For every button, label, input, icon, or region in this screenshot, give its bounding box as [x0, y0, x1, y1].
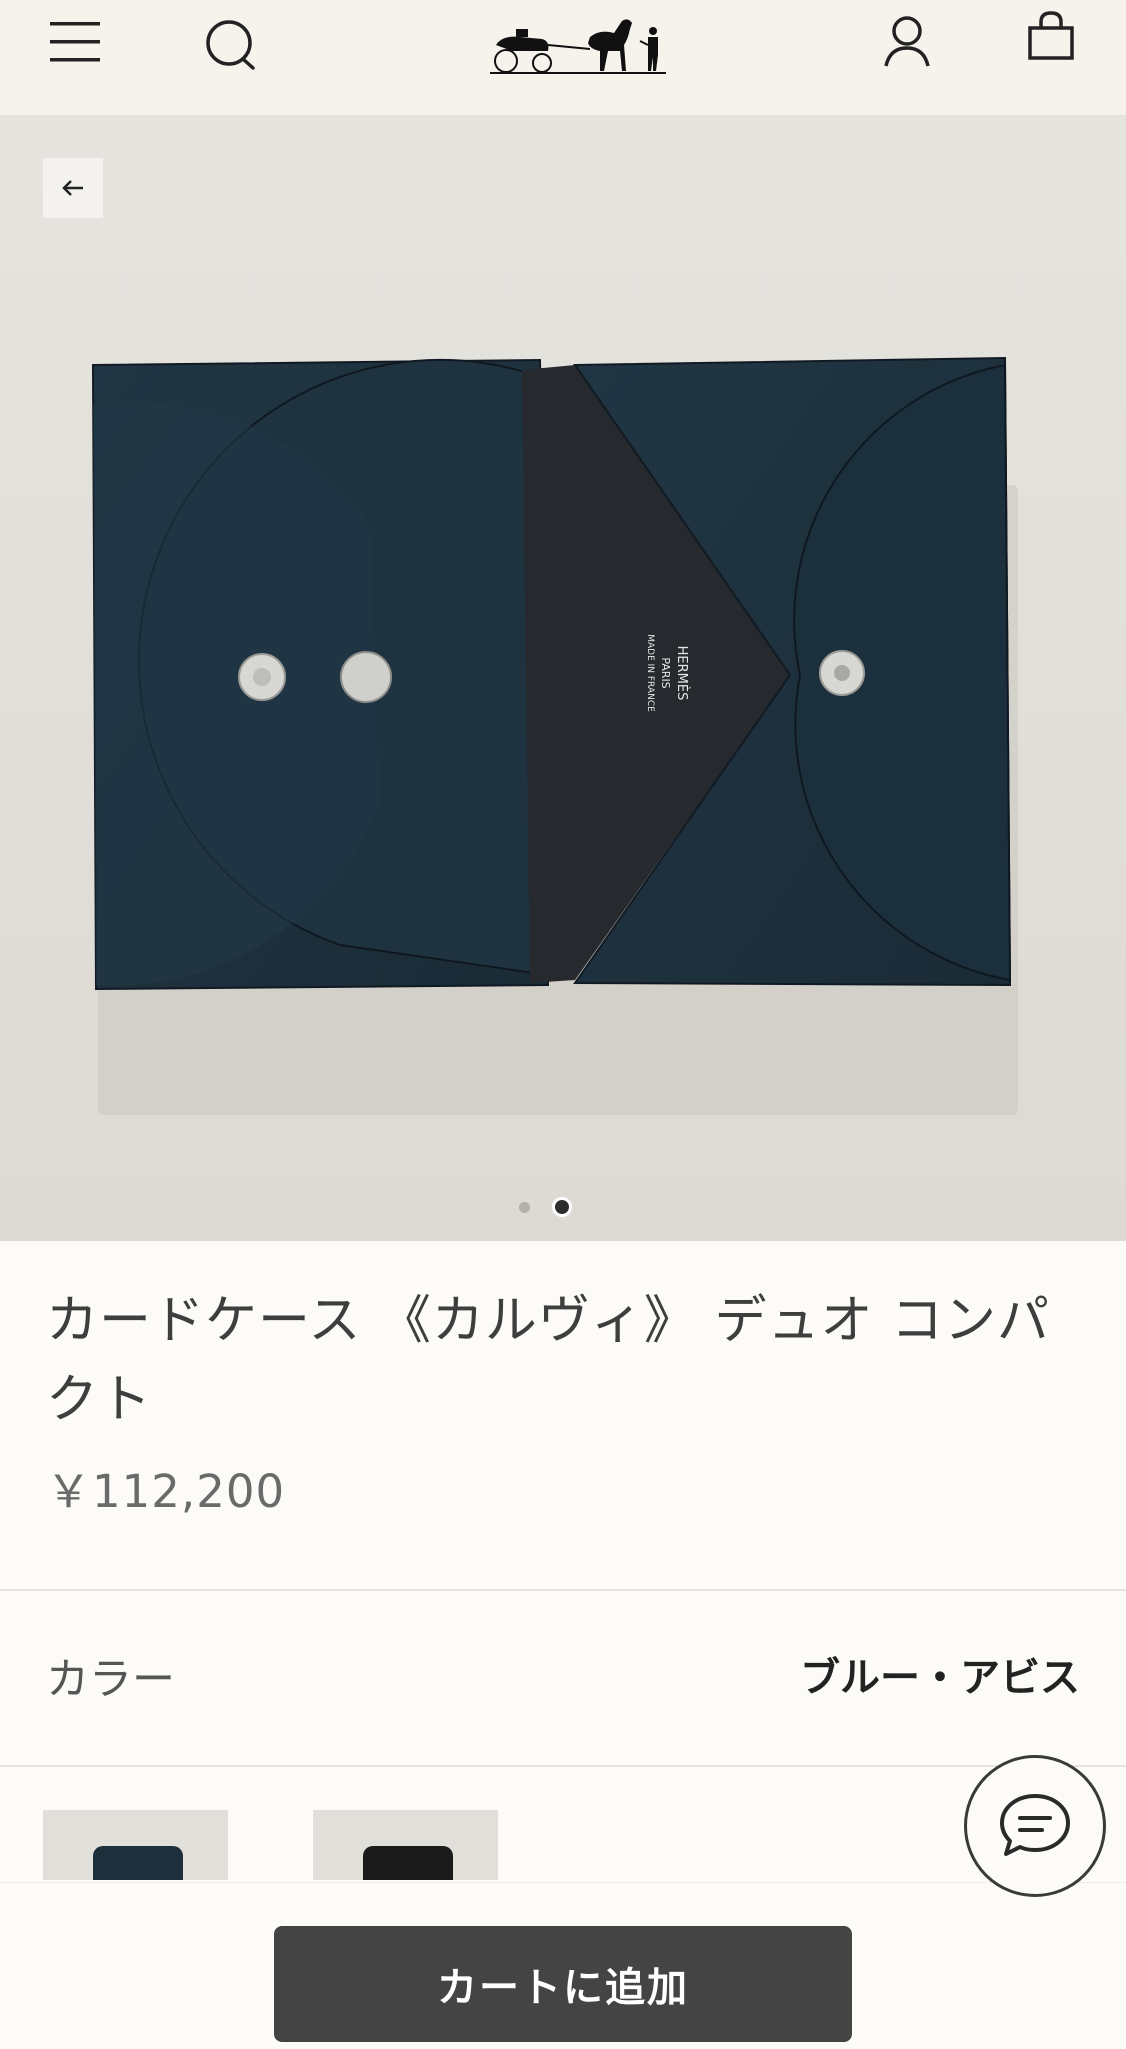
user-icon[interactable]: [882, 14, 932, 70]
product-photo: HERMÈS PARIS MADE IN FRANCE: [0, 115, 1126, 1241]
search-icon[interactable]: [203, 18, 259, 74]
site-header: [0, 0, 1126, 115]
color-label: カラー: [46, 1655, 175, 1705]
pagination-dot-2-active[interactable]: [555, 1200, 569, 1214]
chat-button[interactable]: [964, 1755, 1106, 1897]
svg-text:PARIS: PARIS: [659, 657, 672, 688]
color-swatch-blue-abysse[interactable]: [43, 1810, 228, 1880]
divider: [0, 1765, 1126, 1767]
add-to-cart-button[interactable]: カートに追加: [274, 1926, 852, 2042]
selected-color-value: ブルー・アビス: [800, 1655, 1080, 1701]
back-button[interactable]: [43, 158, 103, 218]
color-swatch-black[interactable]: [313, 1810, 498, 1880]
product-title: カードケース 《カルヴィ》 デュオ コンパクト: [46, 1291, 1050, 1430]
pagination-dot-1[interactable]: [519, 1202, 530, 1213]
divider: [0, 1589, 1126, 1591]
svg-text:HERMÈS: HERMÈS: [674, 646, 690, 701]
svg-text:MADE IN FRANCE: MADE IN FRANCE: [645, 634, 655, 712]
product-image-gallery[interactable]: HERMÈS PARIS MADE IN FRANCE: [0, 115, 1126, 1241]
chat-bubble-icon: [1000, 1794, 1070, 1856]
arrow-left-icon: [62, 180, 83, 196]
gallery-pagination: [0, 1197, 1126, 1219]
hamburger-menu-icon[interactable]: [48, 18, 104, 68]
hermes-carriage-logo[interactable]: [490, 15, 666, 79]
product-price: ￥112,200: [46, 1465, 286, 1518]
shopping-bag-icon[interactable]: [1025, 10, 1077, 62]
